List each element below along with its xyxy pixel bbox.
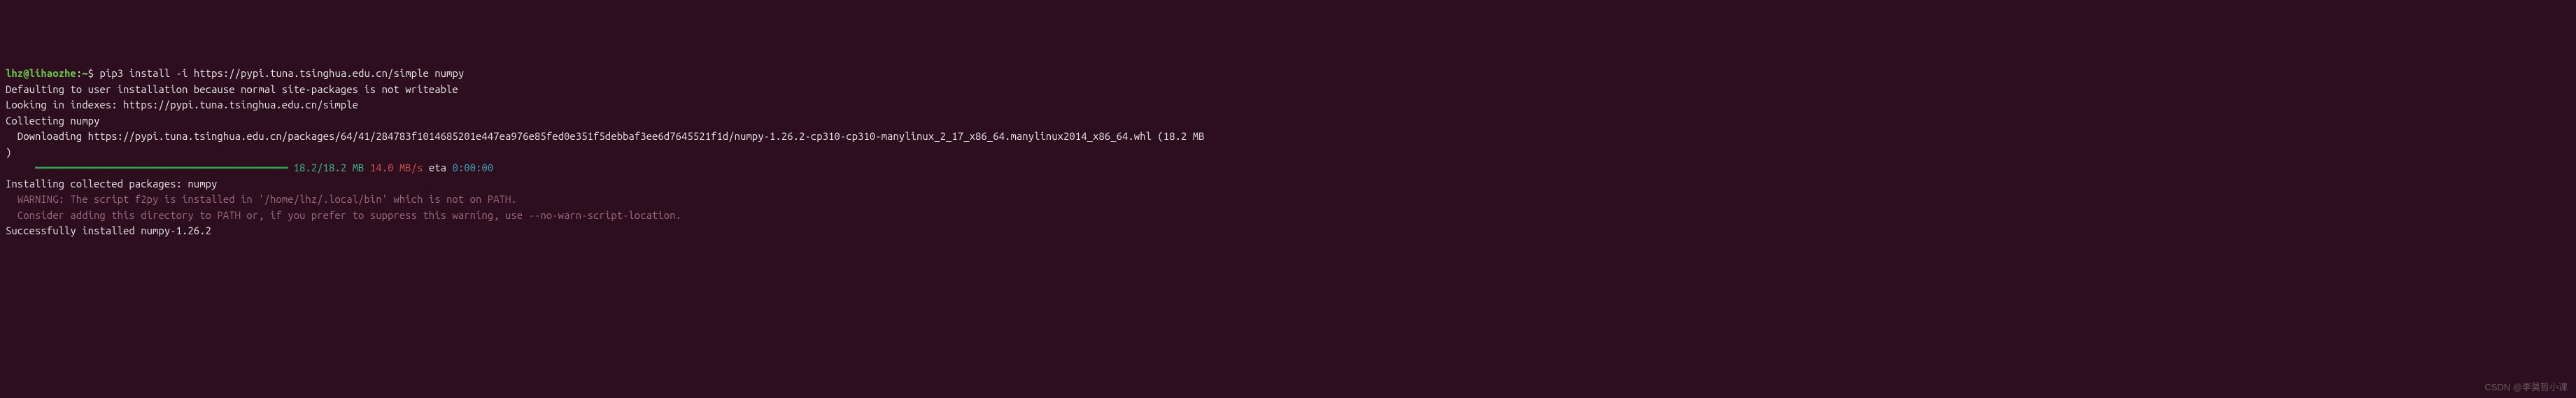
output-closing-paren: ) bbox=[6, 146, 11, 158]
progress-bar: ━━━━━━━━━━━━━━━━━━━━━━━━━━━━━━━━━━━━━━━━ bbox=[6, 160, 288, 176]
output-warning-2: Consider adding this directory to PATH o… bbox=[6, 209, 681, 221]
progress-speed: 14.0 MB/s bbox=[364, 162, 423, 173]
progress-line: ━━━━━━━━━━━━━━━━━━━━━━━━━━━━━━━━━━━━━━━━… bbox=[6, 162, 493, 173]
output-warning-1: WARNING: The script f2py is installed in… bbox=[6, 193, 517, 205]
output-default-msg: Defaulting to user installation because … bbox=[6, 83, 458, 95]
prompt-symbol: $ bbox=[88, 67, 94, 79]
output-installing: Installing collected packages: numpy bbox=[6, 178, 217, 190]
progress-eta: 0:00:00 bbox=[446, 162, 493, 173]
watermark-text: CSDN @李昊哲小课 bbox=[2484, 381, 2568, 395]
prompt-path: ~ bbox=[82, 67, 87, 79]
output-success: Successfully installed numpy-1.26.2 bbox=[6, 225, 211, 236]
output-downloading: Downloading https://pypi.tuna.tsinghua.e… bbox=[6, 130, 1205, 142]
prompt-line: lhz@lihaozhe:~$ pip3 install -i https://… bbox=[6, 67, 464, 79]
terminal-output[interactable]: lhz@lihaozhe:~$ pip3 install -i https://… bbox=[6, 66, 2570, 239]
output-indexes: Looking in indexes: https://pypi.tuna.ts… bbox=[6, 99, 358, 111]
prompt-separator: : bbox=[76, 67, 82, 79]
command-text: pip3 install -i https://pypi.tuna.tsingh… bbox=[99, 67, 464, 79]
progress-eta-label: eta bbox=[423, 162, 446, 173]
output-collecting: Collecting numpy bbox=[6, 115, 99, 127]
progress-size: 18.2/18.2 MB bbox=[288, 162, 364, 173]
prompt-user-host: lhz@lihaozhe bbox=[6, 67, 76, 79]
